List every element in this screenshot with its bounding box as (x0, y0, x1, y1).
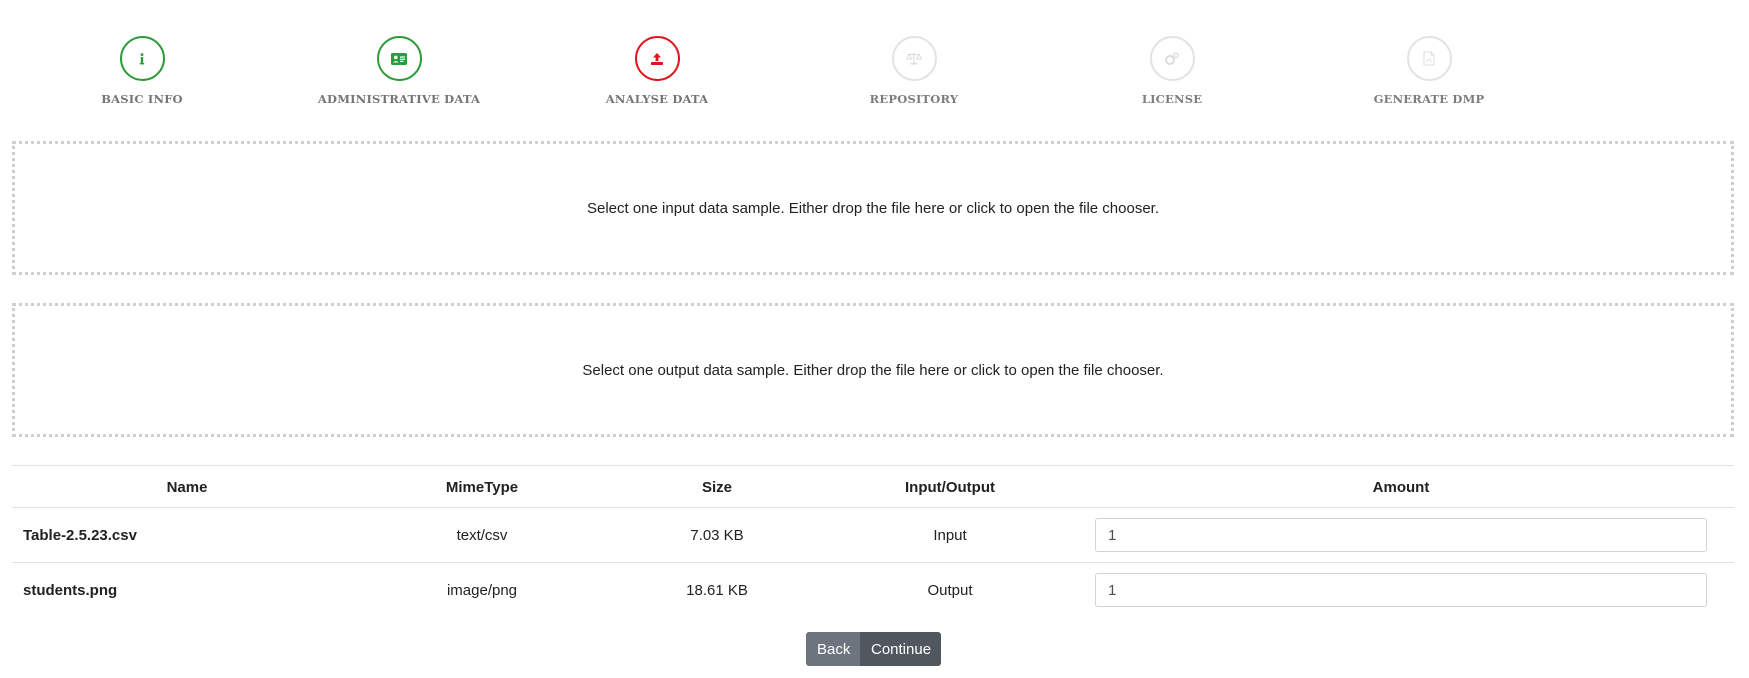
input-sample-dropzone[interactable]: Select one input data sample. Either dro… (12, 141, 1734, 275)
file-size: 7.03 KB (602, 507, 832, 563)
wizard-stepper: BASIC INFO ADMINISTRATIVE DATA ANALYSE D… (12, 36, 1732, 116)
table-row: Table-2.5.23.csv text/csv 7.03 KB Input (12, 507, 1734, 563)
table-header-row: Name MimeType Size Input/Output Amount (12, 465, 1734, 508)
amount-cell (1068, 507, 1734, 563)
step-circle (1149, 36, 1195, 81)
dropzone-message: Select one input data sample. Either dro… (586, 199, 1159, 217)
file-input-output: Output (927, 581, 973, 599)
file-name: students.png (23, 581, 118, 599)
step-circle (891, 36, 937, 81)
file-pdf-icon (1423, 51, 1435, 66)
step-repository[interactable]: REPOSITORY (784, 36, 1044, 106)
navigation-button-group: Back Continue (806, 632, 941, 666)
step-circle (1406, 36, 1452, 81)
step-label: ANALYSE DATA (605, 92, 709, 106)
step-label: GENERATE DMP (1373, 92, 1485, 106)
step-circle (119, 36, 165, 81)
column-header-mimetype: MimeType (362, 465, 602, 508)
table-row: students.png image/png 18.61 KB Output (12, 563, 1734, 618)
column-header-input-output: Input/Output (832, 465, 1068, 508)
amount-input[interactable] (1095, 518, 1707, 552)
step-circle (376, 36, 422, 81)
step-label: ADMINISTRATIVE DATA (317, 92, 481, 106)
dropzone-message: Select one output data sample. Either dr… (582, 361, 1164, 379)
balance-scale-icon (906, 53, 922, 65)
back-button[interactable]: Back (806, 632, 860, 666)
info-icon (139, 52, 145, 64)
file-size: 18.61 KB (686, 581, 748, 599)
upload-icon (651, 52, 663, 65)
column-header-size: Size (602, 465, 832, 508)
output-sample-dropzone[interactable]: Select one output data sample. Either dr… (12, 303, 1734, 437)
step-circle (634, 36, 680, 81)
step-analyse-data[interactable]: ANALYSE DATA (527, 36, 787, 106)
file-mimetype: image/png (446, 581, 518, 599)
file-name: Table-2.5.23.csv (12, 507, 362, 563)
continue-button[interactable]: Continue (860, 632, 941, 666)
file-input-output: Input (832, 507, 1068, 563)
step-label: BASIC INFO (101, 92, 183, 106)
amount-cell (1068, 563, 1734, 618)
column-header-name: Name (12, 465, 362, 508)
step-license[interactable]: LICENSE (1042, 36, 1302, 106)
step-label: REPOSITORY (869, 92, 959, 106)
step-generate-dmp[interactable]: GENERATE DMP (1299, 36, 1559, 106)
cogs-icon (1165, 52, 1179, 65)
files-table: Name MimeType Size Input/Output Amount T… (12, 465, 1734, 617)
id-card-icon (391, 52, 407, 65)
column-header-amount: Amount (1068, 465, 1734, 508)
step-label: LICENSE (1141, 92, 1203, 106)
amount-input[interactable] (1095, 573, 1707, 607)
file-mimetype: text/csv (362, 507, 602, 563)
step-administrative-data[interactable]: ADMINISTRATIVE DATA (269, 36, 529, 106)
step-basic-info[interactable]: BASIC INFO (12, 36, 272, 106)
